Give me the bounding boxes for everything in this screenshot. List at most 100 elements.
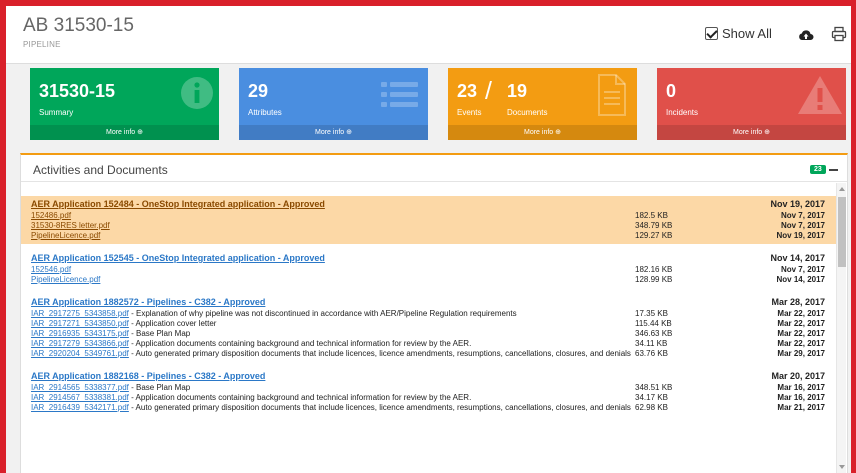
incidents-number: 0 bbox=[666, 81, 677, 101]
incidents-more-info-link[interactable]: More info ⊕ bbox=[657, 125, 846, 140]
panel-title: Activities and Documents bbox=[33, 163, 168, 177]
header: AB 31530-15 PIPELINE Show All bbox=[6, 6, 851, 64]
documents-label: Documents bbox=[507, 108, 548, 117]
cloud-upload-icon[interactable] bbox=[798, 29, 814, 41]
attributes-more-info-link[interactable]: More info ⊕ bbox=[239, 125, 428, 140]
document-date: Nov 7, 2017 bbox=[780, 221, 825, 230]
summary-more-info-link[interactable]: More info ⊕ bbox=[30, 125, 219, 140]
document-size: 182.16 KB bbox=[635, 265, 673, 274]
document-row: IAR_2914565_5338377.pdf - Base Plan Map 3… bbox=[31, 383, 825, 393]
scroll-thumb[interactable] bbox=[838, 197, 846, 267]
document-row: 31530-8RES letter.pdf 348.79 KB Nov 7, 201… bbox=[31, 221, 825, 231]
application-date: Mar 20, 2017 bbox=[771, 371, 825, 381]
document-link[interactable]: IAR_2917279_5343866.pdf bbox=[31, 339, 129, 348]
document-size: 348.51 KB bbox=[635, 383, 673, 392]
show-all-checkbox[interactable] bbox=[705, 27, 718, 40]
events-more-info-link[interactable]: More info ⊕ bbox=[448, 125, 637, 140]
document-description: - Base Plan Map bbox=[128, 383, 191, 392]
document-link[interactable]: PipelineLicence.pdf bbox=[31, 275, 100, 284]
panel-header: Activities and Documents 23 bbox=[21, 155, 847, 182]
document-description: - Auto generated primary disposition doc… bbox=[128, 349, 631, 358]
show-all-label: Show All bbox=[722, 26, 772, 41]
document-link[interactable]: IAR_2917275_5343858.pdf bbox=[31, 309, 129, 318]
document-description: - Auto generated primary disposition doc… bbox=[128, 403, 631, 412]
document-description: - Application documents containing backg… bbox=[128, 393, 472, 402]
application-date: Mar 28, 2017 bbox=[771, 297, 825, 307]
attributes-box[interactable]: 29 Attributes More info ⊕ bbox=[239, 68, 428, 140]
document-date: Nov 19, 2017 bbox=[776, 231, 825, 240]
incidents-box[interactable]: 0 Incidents More info ⊕ bbox=[657, 68, 846, 140]
show-all-toggle[interactable]: Show All bbox=[705, 26, 772, 41]
document-description: - Explanation of why pipeline was not di… bbox=[128, 309, 517, 318]
attributes-number: 29 bbox=[248, 81, 269, 101]
document-description: - Application cover letter bbox=[128, 319, 217, 328]
events-documents-box[interactable]: 23 / 19 Events Documents More info ⊕ bbox=[448, 68, 637, 140]
document-size: 346.63 KB bbox=[635, 329, 673, 338]
scroll-down-icon[interactable] bbox=[839, 465, 845, 469]
document-link[interactable]: IAR_2920204_5349761.pdf bbox=[31, 349, 129, 358]
application-link[interactable]: AER Application 1882168 - Pipelines - C3… bbox=[31, 371, 265, 381]
activity-group: AER Application 1882168 - Pipelines - C3… bbox=[21, 368, 837, 416]
print-icon[interactable] bbox=[831, 26, 847, 42]
document-link[interactable]: IAR_2916439_5342171.pdf bbox=[31, 403, 129, 412]
info-icon bbox=[181, 77, 213, 109]
document-date: Nov 14, 2017 bbox=[776, 275, 825, 284]
count-badge: 23 bbox=[810, 165, 826, 174]
document-size: 34.17 KB bbox=[635, 393, 668, 402]
document-link[interactable]: PipelineLicence.pdf bbox=[31, 231, 100, 240]
document-link[interactable]: IAR_2916935_5343175.pdf bbox=[31, 329, 129, 338]
application-date: Nov 19, 2017 bbox=[770, 199, 825, 209]
activity-group: AER Application 152484 - OneStop Integra… bbox=[21, 196, 837, 244]
activity-group: AER Application 1882572 - Pipelines - C3… bbox=[21, 294, 837, 362]
events-number: 23 bbox=[457, 81, 478, 101]
application-link[interactable]: AER Application 1882572 - Pipelines - C3… bbox=[31, 297, 265, 307]
document-size: 63.76 KB bbox=[635, 349, 668, 358]
summary-box[interactable]: 31530-15 Summary More info ⊕ bbox=[30, 68, 219, 140]
incidents-label: Incidents bbox=[666, 108, 699, 117]
document-date: Mar 29, 2017 bbox=[777, 349, 825, 358]
application-link[interactable]: AER Application 152545 - OneStop Integra… bbox=[31, 253, 325, 263]
document-row: IAR_2920204_5349761.pdf - Auto generated… bbox=[31, 349, 825, 359]
activity-group-header: AER Application 152484 - OneStop Integra… bbox=[31, 199, 825, 209]
summary-number: 31530-15 bbox=[39, 81, 116, 101]
list-icon bbox=[381, 82, 418, 107]
document-size: 62.98 KB bbox=[635, 403, 668, 412]
document-date: Mar 16, 2017 bbox=[777, 393, 825, 402]
scroll-up-icon[interactable] bbox=[839, 187, 845, 191]
document-row: IAR_2917279_5343866.pdf - Application do… bbox=[31, 339, 825, 349]
document-link[interactable]: IAR_2914565_5338377.pdf bbox=[31, 383, 129, 392]
activity-group-header: AER Application 1882572 - Pipelines - C3… bbox=[31, 297, 825, 307]
document-row: PipelineLicence.pdf 129.27 KB Nov 19, 2017 bbox=[31, 231, 825, 241]
application-link[interactable]: AER Application 152484 - OneStop Integra… bbox=[31, 199, 325, 209]
document-date: Mar 22, 2017 bbox=[777, 319, 825, 328]
document-row: 152486.pdf 182.5 KB Nov 7, 2017 bbox=[31, 211, 825, 221]
document-size: 129.27 KB bbox=[635, 231, 673, 240]
document-row: IAR_2916935_5343175.pdf - Base Plan Map 3… bbox=[31, 329, 825, 339]
document-date: Mar 22, 2017 bbox=[777, 309, 825, 318]
summary-label: Summary bbox=[39, 108, 74, 117]
documents-number: 19 bbox=[507, 81, 528, 101]
document-size: 128.99 KB bbox=[635, 275, 673, 284]
document-description: - Base Plan Map bbox=[128, 329, 191, 338]
document-row: PipelineLicence.pdf 128.99 KB Nov 14, 2017 bbox=[31, 275, 825, 285]
document-date: Nov 7, 2017 bbox=[780, 211, 825, 220]
document-date: Mar 22, 2017 bbox=[777, 329, 825, 338]
document-link[interactable]: IAR_2914567_5338381.pdf bbox=[31, 393, 129, 402]
activities-panel: Activities and Documents 23 AER Applicat… bbox=[20, 153, 848, 473]
document-icon bbox=[598, 74, 626, 116]
collapse-icon[interactable] bbox=[829, 169, 838, 171]
document-size: 115.44 KB bbox=[635, 319, 672, 328]
document-size: 182.5 KB bbox=[635, 211, 668, 220]
scrollbar[interactable] bbox=[836, 183, 846, 473]
document-link[interactable]: 152546.pdf bbox=[31, 265, 71, 274]
document-link[interactable]: 31530-8RES letter.pdf bbox=[31, 221, 110, 230]
events-slash: / bbox=[485, 77, 492, 105]
application-date: Nov 14, 2017 bbox=[770, 253, 825, 263]
document-row: 152546.pdf 182.16 KB Nov 7, 2017 bbox=[31, 265, 825, 275]
document-row: IAR_2917271_5343850.pdf - Application co… bbox=[31, 319, 825, 329]
activity-group: AER Application 152545 - OneStop Integra… bbox=[21, 250, 837, 288]
page-subtitle: PIPELINE bbox=[23, 40, 61, 49]
document-link[interactable]: IAR_2917271_5343850.pdf bbox=[31, 319, 129, 328]
document-link[interactable]: 152486.pdf bbox=[31, 211, 71, 220]
document-row: IAR_2917275_5343858.pdf - Explanation of… bbox=[31, 309, 825, 319]
